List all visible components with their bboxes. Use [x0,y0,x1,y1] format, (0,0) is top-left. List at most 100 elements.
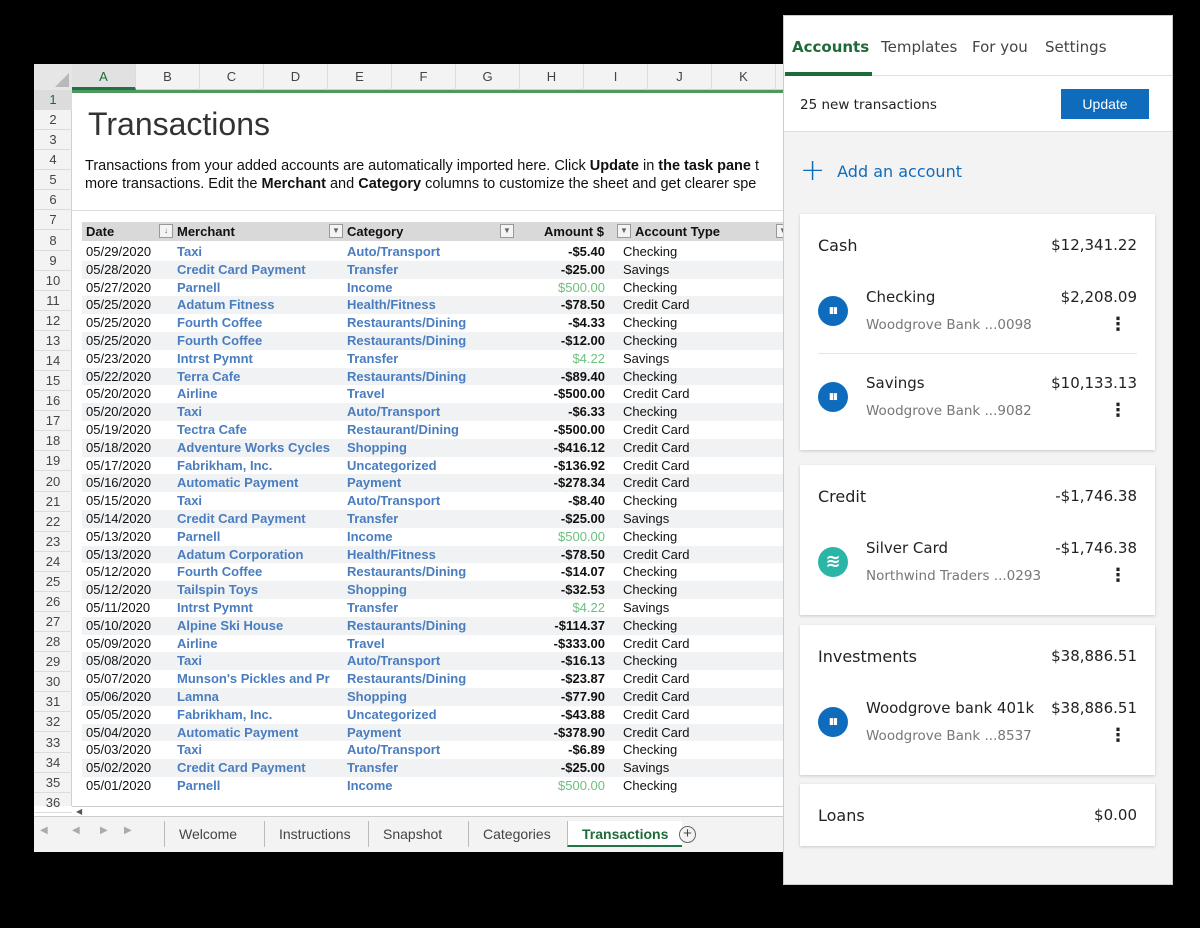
row-header[interactable]: 15 [34,371,72,392]
account-item[interactable]: ▮▮ Savings Woodgrove Bank ...9082 $10,133.1… [800,354,1155,440]
row-header[interactable]: 25 [34,572,72,592]
merchant-cell[interactable]: Fabrikham, Inc. [177,706,342,724]
row-header[interactable]: 12 [34,311,72,331]
tab-accounts[interactable]: Accounts [792,38,869,56]
merchant-cell[interactable]: Taxi [177,492,342,510]
merchant-cell[interactable]: Alpine Ski House [177,617,342,635]
row-header[interactable]: 29 [34,652,72,673]
category-cell[interactable]: Auto/Transport [347,652,440,670]
category-cell[interactable]: Shopping [347,439,407,457]
category-cell[interactable]: Health/Fitness [347,296,436,314]
category-cell[interactable]: Restaurants/Dining [347,670,466,688]
merchant-cell[interactable]: Adatum Corporation [177,546,342,564]
merchant-cell[interactable]: Fourth Coffee [177,563,342,581]
row-header[interactable]: 32 [34,712,72,733]
sheet-tab-instructions[interactable]: Instructions [264,821,365,847]
category-cell[interactable]: Income [347,528,393,546]
last-sheet-button[interactable]: ▶ [124,825,132,836]
category-cell[interactable]: Auto/Transport [347,403,440,421]
category-cell[interactable]: Transfer [347,350,398,368]
category-cell[interactable]: Transfer [347,261,398,279]
row-header[interactable]: 16 [34,391,72,412]
row-header[interactable]: 17 [34,411,72,432]
column-header-i[interactable]: I [584,64,648,90]
category-cell[interactable]: Restaurants/Dining [347,368,466,386]
merchant-cell[interactable]: Fourth Coffee [177,314,342,332]
column-header-d[interactable]: D [264,64,328,90]
merchant-cell[interactable]: Tailspin Toys [177,581,342,599]
category-cell[interactable]: Auto/Transport [347,741,440,759]
merchant-cell[interactable]: Taxi [177,403,342,421]
merchant-cell[interactable]: Fabrikham, Inc. [177,457,342,475]
category-cell[interactable]: Auto/Transport [347,243,440,261]
row-header[interactable]: 34 [34,753,72,773]
category-cell[interactable]: Shopping [347,581,407,599]
merchant-cell[interactable]: Intrst Pymnt [177,599,342,617]
sheet-tab-categories[interactable]: Categories [468,821,565,847]
merchant-cell[interactable]: Parnell [177,777,342,795]
category-cell[interactable]: Transfer [347,759,398,777]
category-cell[interactable]: Restaurant/Dining [347,421,459,439]
category-cell[interactable]: Uncategorized [347,706,437,724]
merchant-cell[interactable]: Tectra Cafe [177,421,342,439]
category-cell[interactable]: Restaurants/Dining [347,563,466,581]
row-header[interactable]: 19 [34,451,72,472]
row-header[interactable]: 1 [34,90,72,110]
category-cell[interactable]: Uncategorized [347,457,437,475]
row-header[interactable]: 20 [34,472,72,492]
category-cell[interactable]: Transfer [347,599,398,617]
row-header[interactable]: 3 [34,130,72,151]
merchant-cell[interactable]: Taxi [177,741,342,759]
column-header-b[interactable]: B [136,64,200,90]
row-header[interactable]: 36 [34,793,72,813]
category-cell[interactable]: Payment [347,724,401,742]
merchant-cell[interactable]: Airline [177,635,342,653]
row-header[interactable]: 11 [34,291,72,311]
row-header[interactable]: 23 [34,532,72,552]
merchant-cell[interactable]: Automatic Payment [177,474,342,492]
row-header[interactable]: 8 [34,231,72,251]
column-header-h[interactable]: H [520,64,584,90]
merchant-cell[interactable]: Adatum Fitness [177,296,342,314]
row-header[interactable]: 31 [34,692,72,713]
category-cell[interactable]: Payment [347,474,401,492]
sheet-tab-snapshot[interactable]: Snapshot [368,821,456,847]
row-header[interactable]: 2 [34,110,72,131]
column-header-e[interactable]: E [328,64,392,90]
merchant-cell[interactable]: Taxi [177,243,342,261]
merchant-cell[interactable]: Intrst Pymnt [177,350,342,368]
category-cell[interactable]: Restaurants/Dining [347,332,466,350]
row-header[interactable]: 9 [34,251,72,271]
merchant-cell[interactable]: Airline [177,385,342,403]
add-sheet-button[interactable]: + [679,826,696,843]
category-cell[interactable]: Restaurants/Dining [347,617,466,635]
more-options-icon[interactable]: ⋮ [1109,567,1127,585]
first-sheet-button[interactable]: ◀ [40,825,48,836]
sheet-tab-welcome[interactable]: Welcome [164,821,251,847]
category-cell[interactable]: Income [347,279,393,297]
tab-for-you[interactable]: For you [972,38,1028,56]
category-cell[interactable]: Auto/Transport [347,492,440,510]
category-cell[interactable]: Shopping [347,688,407,706]
category-cell[interactable]: Travel [347,635,385,653]
row-header[interactable]: 26 [34,592,72,612]
more-options-icon[interactable]: ⋮ [1109,402,1127,420]
sort-filter-button[interactable]: ↓ [159,224,173,238]
more-options-icon[interactable]: ⋮ [1109,727,1127,745]
sheet-tab-transactions[interactable]: Transactions [567,821,683,847]
category-cell[interactable]: Income [347,777,393,795]
filter-dropdown-button[interactable]: ▼ [617,224,631,238]
column-header-a[interactable]: A [72,64,136,90]
add-account-link[interactable]: + Add an account [800,156,962,186]
filter-dropdown-button[interactable]: ▼ [329,224,343,238]
column-header-g[interactable]: G [456,64,520,90]
update-button[interactable]: Update [1061,89,1149,119]
row-header[interactable]: 6 [34,190,72,211]
merchant-cell[interactable]: Lamna [177,688,342,706]
merchant-cell[interactable]: Munson's Pickles and Pr [177,670,342,688]
merchant-cell[interactable]: Credit Card Payment [177,759,342,777]
column-header-c[interactable]: C [200,64,264,90]
prev-sheet-button[interactable]: ◀ [72,825,80,836]
merchant-cell[interactable]: Taxi [177,652,342,670]
merchant-cell[interactable]: Fourth Coffee [177,332,342,350]
